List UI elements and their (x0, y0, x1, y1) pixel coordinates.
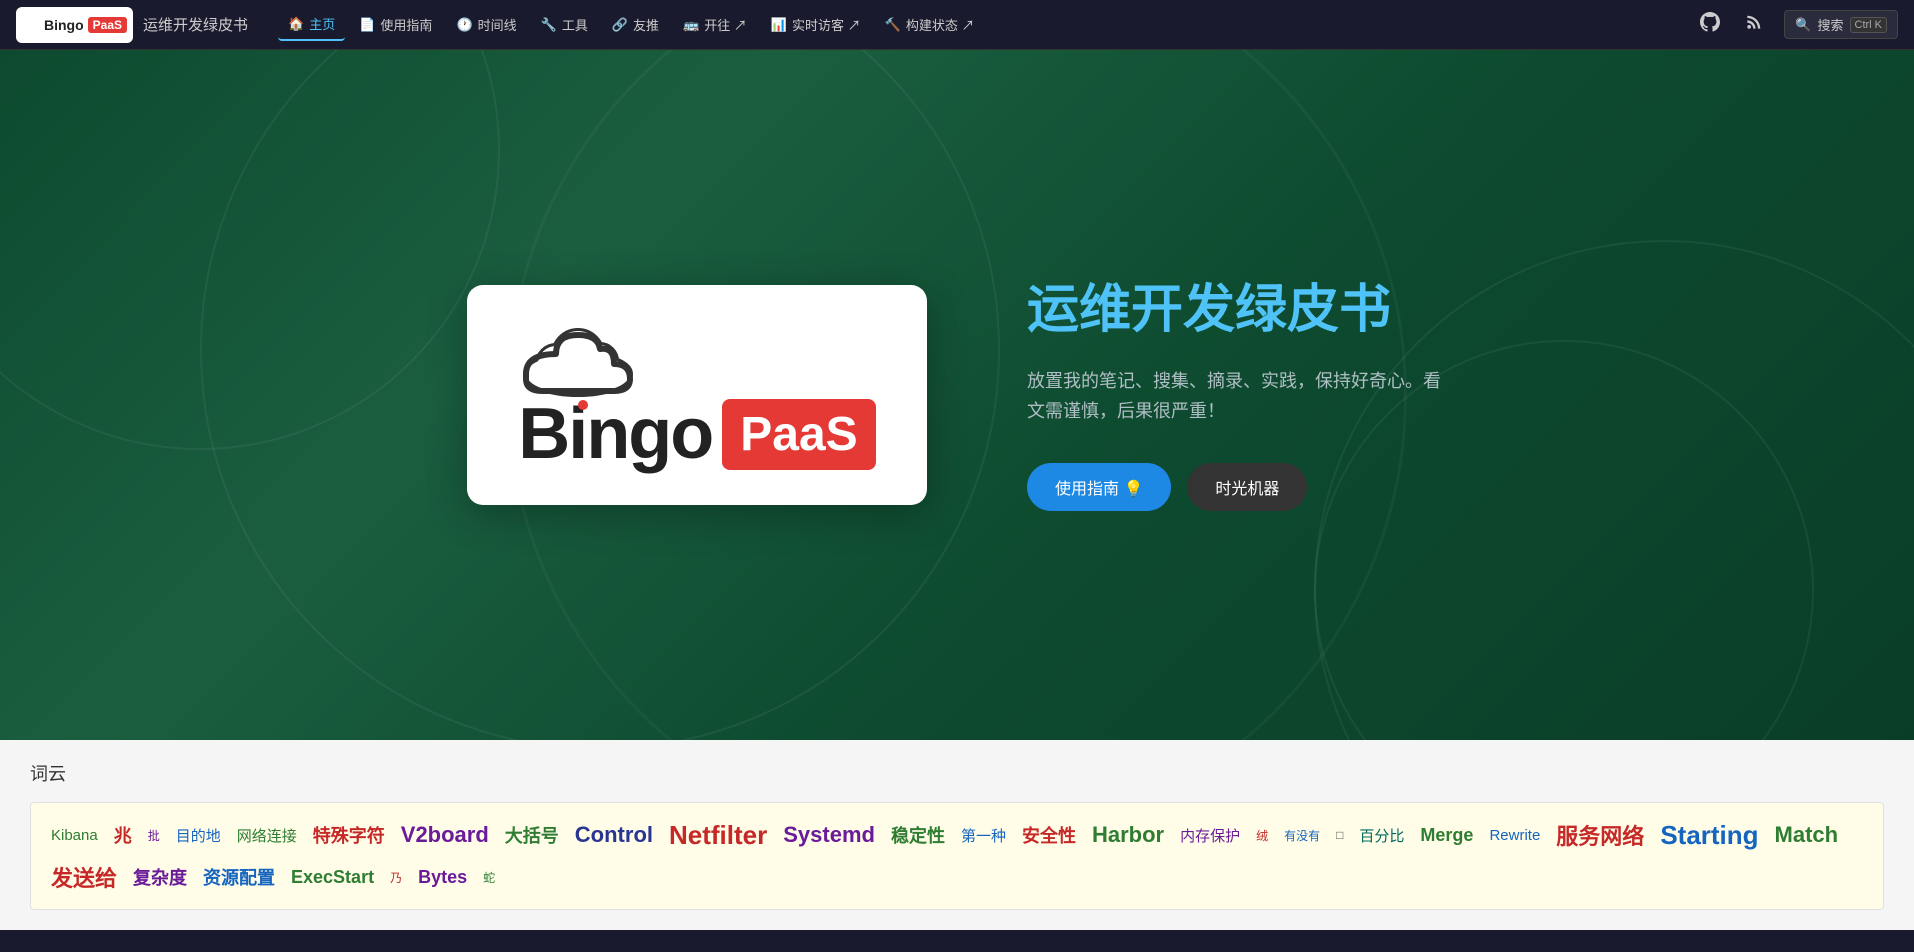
tool-icon: 🔧 (541, 17, 557, 33)
navbar: ☁ Bingo PaaS 运维开发绿皮书 🏠 主页 📄 使用指南 🕐 时间线 🔧… (0, 0, 1914, 50)
nav-home[interactable]: 🏠 主页 (278, 8, 345, 41)
word-kibana[interactable]: Kibana (51, 827, 98, 844)
navbar-right: 🔍 搜索 Ctrl K (1696, 8, 1898, 41)
hero-logo-wrap: Bingo PaaS (518, 319, 875, 470)
word-brace[interactable]: 大括号 (505, 822, 559, 848)
word-match[interactable]: Match (1775, 822, 1839, 848)
hero-logo-box: Bingo PaaS (467, 285, 927, 505)
word-execstart[interactable]: ExecStart (291, 867, 374, 888)
word-rewrite[interactable]: Rewrite (1489, 827, 1540, 844)
rss-icon[interactable] (1740, 8, 1768, 41)
word-zhao[interactable]: 兆 (114, 822, 132, 848)
time-button[interactable]: 时光机器 (1187, 463, 1307, 511)
word-hasnot[interactable]: 有没有 (1284, 827, 1320, 844)
word-memprotect[interactable]: 内存保护 (1180, 825, 1240, 846)
search-icon: 🔍 (1795, 17, 1811, 33)
hero-desc: 放置我的笔记、搜集、摘录、实践，保持好奇心。看文需谨慎，后果很严重！ (1027, 366, 1447, 427)
word-bytes[interactable]: Bytes (418, 867, 467, 888)
nav-build[interactable]: 🔨 构建状态 ↗ (875, 9, 985, 40)
brand-logo-bingo: Bingo (44, 17, 84, 33)
nav-realtime[interactable]: 📊 实时访客 ↗ (761, 9, 871, 40)
github-icon[interactable] (1696, 8, 1724, 41)
word-merge[interactable]: Merge (1420, 825, 1473, 846)
word-first[interactable]: 第一种 (961, 825, 1006, 846)
deco-circle-1 (0, 50, 500, 450)
nav-timeline[interactable]: 🕐 时间线 (446, 9, 526, 40)
nav-guide[interactable]: 📄 使用指南 (349, 9, 442, 40)
word-percent[interactable]: 百分比 (1359, 825, 1404, 846)
wordcloud-container: Kibana 兆 批 目的地 网络连接 特殊字符 V2board 大括号 Con… (30, 802, 1884, 910)
word-square[interactable]: □ (1336, 828, 1343, 842)
word-special[interactable]: 特殊字符 (313, 822, 385, 848)
word-complexity[interactable]: 复杂度 (133, 864, 187, 890)
word-snake[interactable]: 蛇 (483, 869, 495, 886)
wordcloud-title: 词云 (30, 760, 1884, 786)
word-netconn[interactable]: 网络连接 (237, 825, 297, 846)
word-rong[interactable]: 绒 (1256, 827, 1268, 844)
hero-content: Bingo PaaS 运维开发绿皮书 放置我的笔记、搜集、摘录、实践，保持好奇心… (467, 279, 1447, 511)
brand-logo-paas: PaaS (88, 17, 127, 33)
hero-title: 运维开发绿皮书 (1027, 279, 1447, 341)
brand-title: 运维开发绿皮书 (143, 14, 248, 35)
nav-tools[interactable]: 🔧 工具 (531, 9, 598, 40)
doc-icon: 📄 (359, 17, 375, 33)
nav-friends[interactable]: 🔗 友推 (602, 9, 669, 40)
home-icon: 🏠 (288, 16, 304, 32)
search-kbd: Ctrl K (1850, 17, 1888, 33)
guide-button[interactable]: 使用指南 💡 (1027, 463, 1171, 511)
word-control[interactable]: Control (575, 822, 653, 848)
hero-text-area: 运维开发绿皮书 放置我的笔记、搜集、摘录、实践，保持好奇心。看文需谨慎，后果很严… (1027, 279, 1447, 511)
cloud-icon: ☁ (22, 14, 40, 35)
wordcloud-section: 词云 Kibana 兆 批 目的地 网络连接 特殊字符 V2board 大括号 … (0, 740, 1914, 930)
word-v2board[interactable]: V2board (401, 822, 489, 848)
hero-cloud-icon (518, 319, 638, 404)
nav-open[interactable]: 🚌 开往 ↗ (673, 9, 757, 40)
word-nai[interactable]: 乃 (390, 869, 402, 886)
build-icon: 🔨 (885, 17, 901, 33)
nav-links: 🏠 主页 📄 使用指南 🕐 时间线 🔧 工具 🔗 友推 🚌 开往 ↗ 📊 实时访… (278, 8, 1696, 41)
word-security[interactable]: 安全性 (1022, 822, 1076, 848)
hero-section: Bingo PaaS 运维开发绿皮书 放置我的笔记、搜集、摘录、实践，保持好奇心… (0, 50, 1914, 740)
word-harbor[interactable]: Harbor (1092, 822, 1164, 848)
brand: ☁ Bingo PaaS 运维开发绿皮书 (16, 7, 248, 43)
word-servicenet[interactable]: 服务网络 (1556, 819, 1644, 851)
word-resconf[interactable]: 资源配置 (203, 864, 275, 890)
word-sendto[interactable]: 发送给 (51, 861, 117, 893)
hero-paas-badge: PaaS (722, 399, 875, 470)
link-icon: 🔗 (612, 17, 628, 33)
hero-buttons: 使用指南 💡 时光机器 (1027, 463, 1447, 511)
bus-icon: 🚌 (683, 17, 699, 33)
word-pi[interactable]: 批 (148, 827, 160, 844)
hero-bingo-text: Bingo (518, 398, 712, 470)
word-systemd[interactable]: Systemd (783, 822, 875, 848)
brand-logo: ☁ Bingo PaaS (16, 7, 133, 43)
word-netfilter[interactable]: Netfilter (669, 820, 767, 851)
word-destination[interactable]: 目的地 (176, 825, 221, 846)
word-starting[interactable]: Starting (1660, 820, 1758, 851)
word-stability[interactable]: 稳定性 (891, 822, 945, 848)
chart-icon: 📊 (771, 17, 787, 33)
search-button[interactable]: 🔍 搜索 Ctrl K (1784, 10, 1898, 39)
clock-icon: 🕐 (456, 17, 472, 33)
